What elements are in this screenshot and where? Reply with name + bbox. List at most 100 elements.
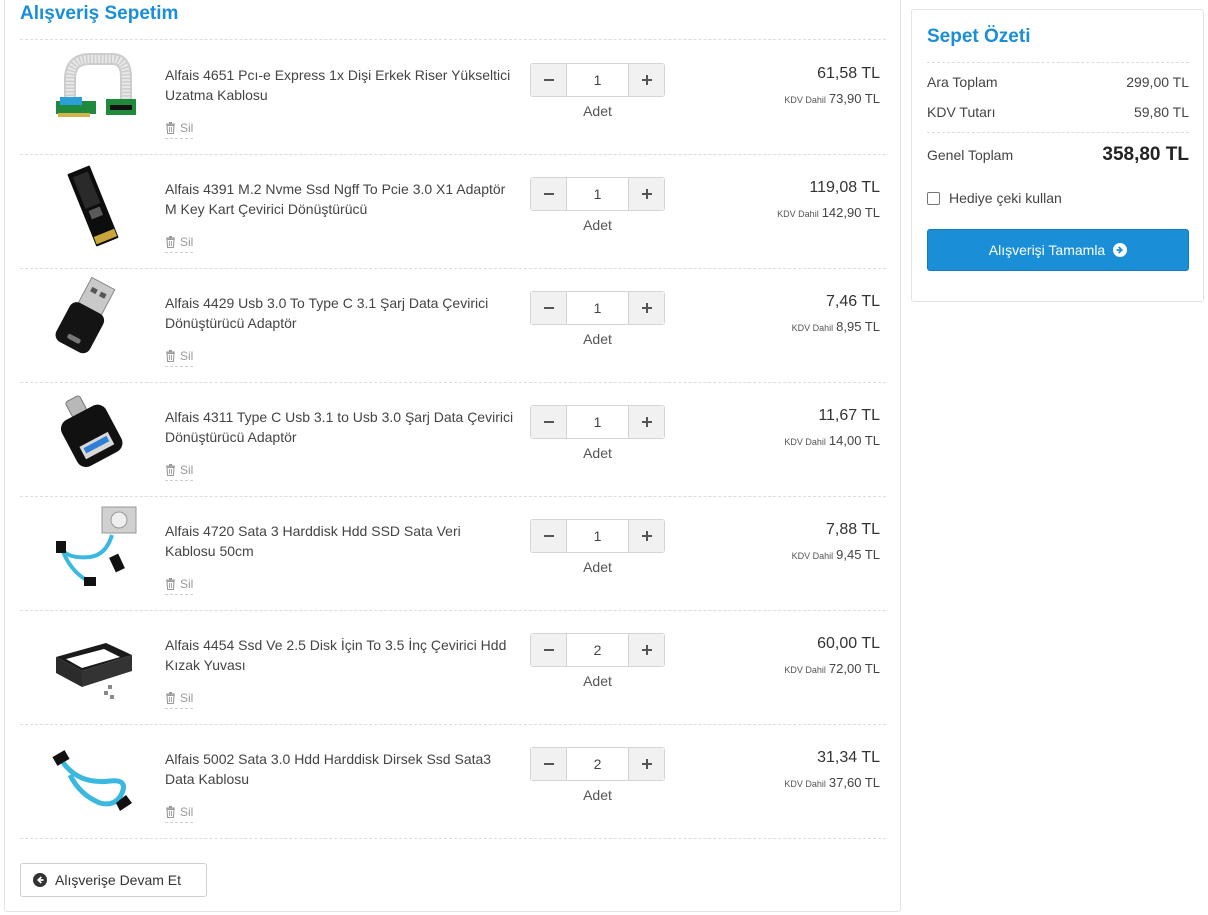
- trash-icon: [166, 578, 175, 590]
- product-name[interactable]: Alfais 4429 Usb 3.0 To Type C 3.1 Şarj D…: [165, 293, 515, 333]
- minus-icon: [543, 535, 554, 537]
- grand-total-value: 358,80 TL: [1102, 144, 1189, 165]
- vat-included-label: KDV Dahil: [791, 323, 834, 333]
- quantity-input[interactable]: [567, 748, 628, 780]
- remove-item-button[interactable]: Sil: [165, 463, 194, 481]
- minus-icon: [543, 79, 554, 81]
- quantity-unit-label: Adet: [583, 331, 612, 347]
- remove-item-button[interactable]: Sil: [165, 691, 194, 709]
- divider: [927, 132, 1189, 133]
- quantity-input[interactable]: [567, 406, 628, 438]
- gift-voucher-checkbox[interactable]: [927, 191, 940, 205]
- minus-icon: [543, 193, 554, 195]
- increase-quantity-button[interactable]: [628, 406, 664, 438]
- gift-voucher-label[interactable]: Hediye çeki kullan: [949, 190, 1062, 206]
- quantity-stepper[interactable]: [530, 633, 665, 667]
- quantity-input[interactable]: [567, 292, 628, 324]
- product-name[interactable]: Alfais 4454 Ssd Ve 2.5 Disk İçin To 3.5 …: [165, 635, 515, 675]
- item-price: 61,58 TL: [817, 65, 880, 82]
- item-price-with-vat-value: 8,95 TL: [836, 319, 880, 334]
- vat-included-label: KDV Dahil: [784, 95, 826, 105]
- product-name[interactable]: Alfais 4720 Sata 3 Harddisk Hdd SSD Sata…: [165, 521, 515, 561]
- plus-icon: [641, 189, 652, 199]
- remove-item-button[interactable]: Sil: [165, 805, 194, 823]
- quantity-stepper[interactable]: [530, 177, 665, 211]
- sata-cable-icon[interactable]: [48, 505, 138, 591]
- pcie-riser-cable-icon[interactable]: [48, 49, 138, 135]
- sata-angled-cable-icon[interactable]: [48, 733, 138, 819]
- cart-summary: Sepet Özeti Ara Toplam 299,00 TL KDV Tut…: [911, 9, 1204, 302]
- decrease-quantity-button[interactable]: [531, 634, 567, 666]
- trash-icon: [166, 236, 175, 248]
- quantity-stepper[interactable]: [530, 63, 665, 97]
- quantity-input[interactable]: [567, 178, 628, 210]
- checkout-button[interactable]: Alışverişi Tamamla: [927, 229, 1189, 271]
- product-name[interactable]: Alfais 4391 M.2 Nvme Ssd Ngff To Pcie 3.…: [165, 179, 515, 219]
- increase-quantity-button[interactable]: [628, 520, 664, 552]
- arrow-right-circle-icon: [1113, 243, 1128, 257]
- remove-item-button[interactable]: Sil: [165, 235, 194, 253]
- product-name[interactable]: Alfais 4311 Type C Usb 3.1 to Usb 3.0 Şa…: [165, 407, 515, 447]
- increase-quantity-button[interactable]: [628, 64, 664, 96]
- item-price-with-vat: KDV Dahil 73,90 TL: [784, 91, 880, 106]
- quantity-unit-label: Adet: [583, 217, 612, 233]
- remove-item-button[interactable]: Sil: [165, 349, 194, 367]
- vat-included-label: KDV Dahil: [777, 209, 819, 219]
- usb-to-typec-adapter-icon[interactable]: [48, 277, 138, 363]
- drive-bracket-icon[interactable]: [48, 619, 138, 705]
- trash-icon: [166, 350, 175, 362]
- remove-label: Sil: [180, 235, 194, 249]
- product-name[interactable]: Alfais 4651 Pcı-e Express 1x Dişi Erkek …: [165, 65, 515, 105]
- minus-icon: [543, 649, 554, 651]
- item-price-with-vat-value: 37,60 TL: [828, 775, 880, 790]
- item-price-with-vat: KDV Dahil 37,60 TL: [784, 775, 880, 790]
- item-price: 11,67 TL: [818, 407, 880, 424]
- item-price-with-vat: KDV Dahil 9,45 TL: [792, 547, 880, 562]
- increase-quantity-button[interactable]: [628, 748, 664, 780]
- quantity-stepper[interactable]: [530, 747, 665, 781]
- remove-label: Sil: [180, 463, 194, 477]
- remove-item-button[interactable]: Sil: [165, 121, 194, 139]
- product-name[interactable]: Alfais 5002 Sata 3.0 Hdd Harddisk Dirsek…: [165, 749, 515, 789]
- cart-item-row: Alfais 4454 Ssd Ve 2.5 Disk İçin To 3.5 …: [20, 611, 886, 725]
- plus-icon: [641, 645, 652, 655]
- quantity-input[interactable]: [567, 64, 628, 96]
- quantity-input[interactable]: [567, 520, 628, 552]
- cart-item-row: Alfais 5002 Sata 3.0 Hdd Harddisk Dirsek…: [20, 725, 886, 839]
- remove-item-button[interactable]: Sil: [165, 577, 194, 595]
- continue-shopping-button[interactable]: Alışverişe Devam Et: [20, 863, 207, 897]
- quantity-stepper[interactable]: [530, 405, 665, 439]
- item-price-with-vat: KDV Dahil 72,00 TL: [784, 661, 880, 676]
- checkout-label: Alışverişi Tamamla: [988, 242, 1106, 258]
- minus-icon: [543, 307, 554, 309]
- vat-included-label: KDV Dahil: [784, 665, 826, 675]
- trash-icon: [166, 122, 175, 134]
- quantity-input[interactable]: [567, 634, 628, 666]
- subtotal-value: 299,00 TL: [1126, 74, 1189, 90]
- cart-item-row: Alfais 4391 M.2 Nvme Ssd Ngff To Pcie 3.…: [20, 155, 886, 269]
- m2-adapter-card-icon[interactable]: [48, 163, 138, 249]
- remove-label: Sil: [180, 691, 194, 705]
- remove-label: Sil: [180, 121, 194, 135]
- quantity-unit-label: Adet: [583, 445, 612, 461]
- increase-quantity-button[interactable]: [628, 178, 664, 210]
- item-price-with-vat-value: 142,90 TL: [821, 205, 880, 220]
- vat-value: 59,80 TL: [1133, 104, 1189, 120]
- increase-quantity-button[interactable]: [628, 634, 664, 666]
- decrease-quantity-button[interactable]: [531, 178, 567, 210]
- item-price: 60,00 TL: [817, 635, 880, 652]
- decrease-quantity-button[interactable]: [531, 748, 567, 780]
- decrease-quantity-button[interactable]: [531, 406, 567, 438]
- item-price-with-vat-value: 72,00 TL: [828, 661, 880, 676]
- typec-to-usb-adapter-icon[interactable]: [48, 391, 138, 477]
- quantity-stepper[interactable]: [530, 291, 665, 325]
- increase-quantity-button[interactable]: [628, 292, 664, 324]
- decrease-quantity-button[interactable]: [531, 520, 567, 552]
- gift-voucher-option[interactable]: Hediye çeki kullan: [927, 190, 1062, 206]
- quantity-stepper[interactable]: [530, 519, 665, 553]
- grand-total-row: Genel Toplam 358,80 TL: [927, 144, 1189, 166]
- decrease-quantity-button[interactable]: [531, 292, 567, 324]
- cart-item-row: Alfais 4311 Type C Usb 3.1 to Usb 3.0 Şa…: [20, 383, 886, 497]
- quantity-unit-label: Adet: [583, 787, 612, 803]
- decrease-quantity-button[interactable]: [531, 64, 567, 96]
